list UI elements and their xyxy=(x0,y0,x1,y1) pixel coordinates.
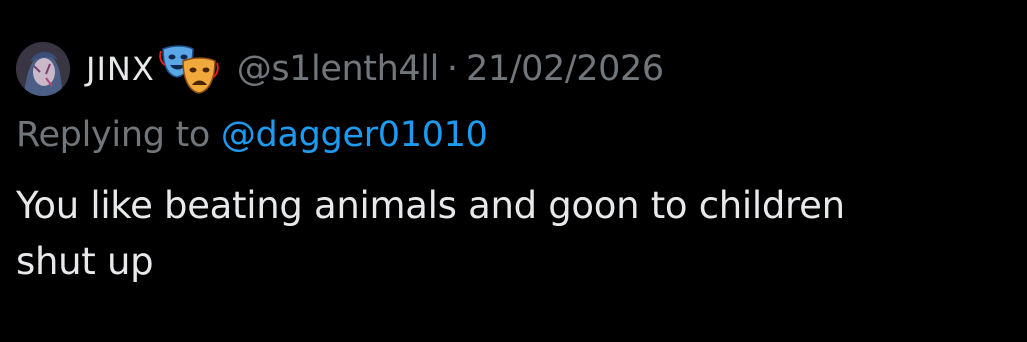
replying-to-label: Replying to xyxy=(16,115,211,155)
tweet: JINX @s1lenth4ll · 21/02/2026 Replying t… xyxy=(16,38,1011,290)
tweet-text-line-1: You like beating animals and goon to chi… xyxy=(16,184,845,227)
replying-to: Replying to @dagger01010 xyxy=(16,110,1011,160)
avatar[interactable] xyxy=(16,42,70,96)
performing-arts-emoji-icon xyxy=(158,43,219,95)
tweet-date[interactable]: 21/02/2026 xyxy=(466,49,664,89)
tweet-text-line-2: shut up xyxy=(16,240,154,283)
separator-dot: · xyxy=(446,49,459,89)
tweet-text: You like beating animals and goon to chi… xyxy=(16,178,1006,290)
author-handle[interactable]: @s1lenth4ll xyxy=(237,49,440,89)
display-name[interactable]: JINX xyxy=(86,50,155,88)
reply-mention-link[interactable]: @dagger01010 xyxy=(221,115,488,155)
tweet-header: JINX @s1lenth4ll · 21/02/2026 xyxy=(16,38,1011,100)
